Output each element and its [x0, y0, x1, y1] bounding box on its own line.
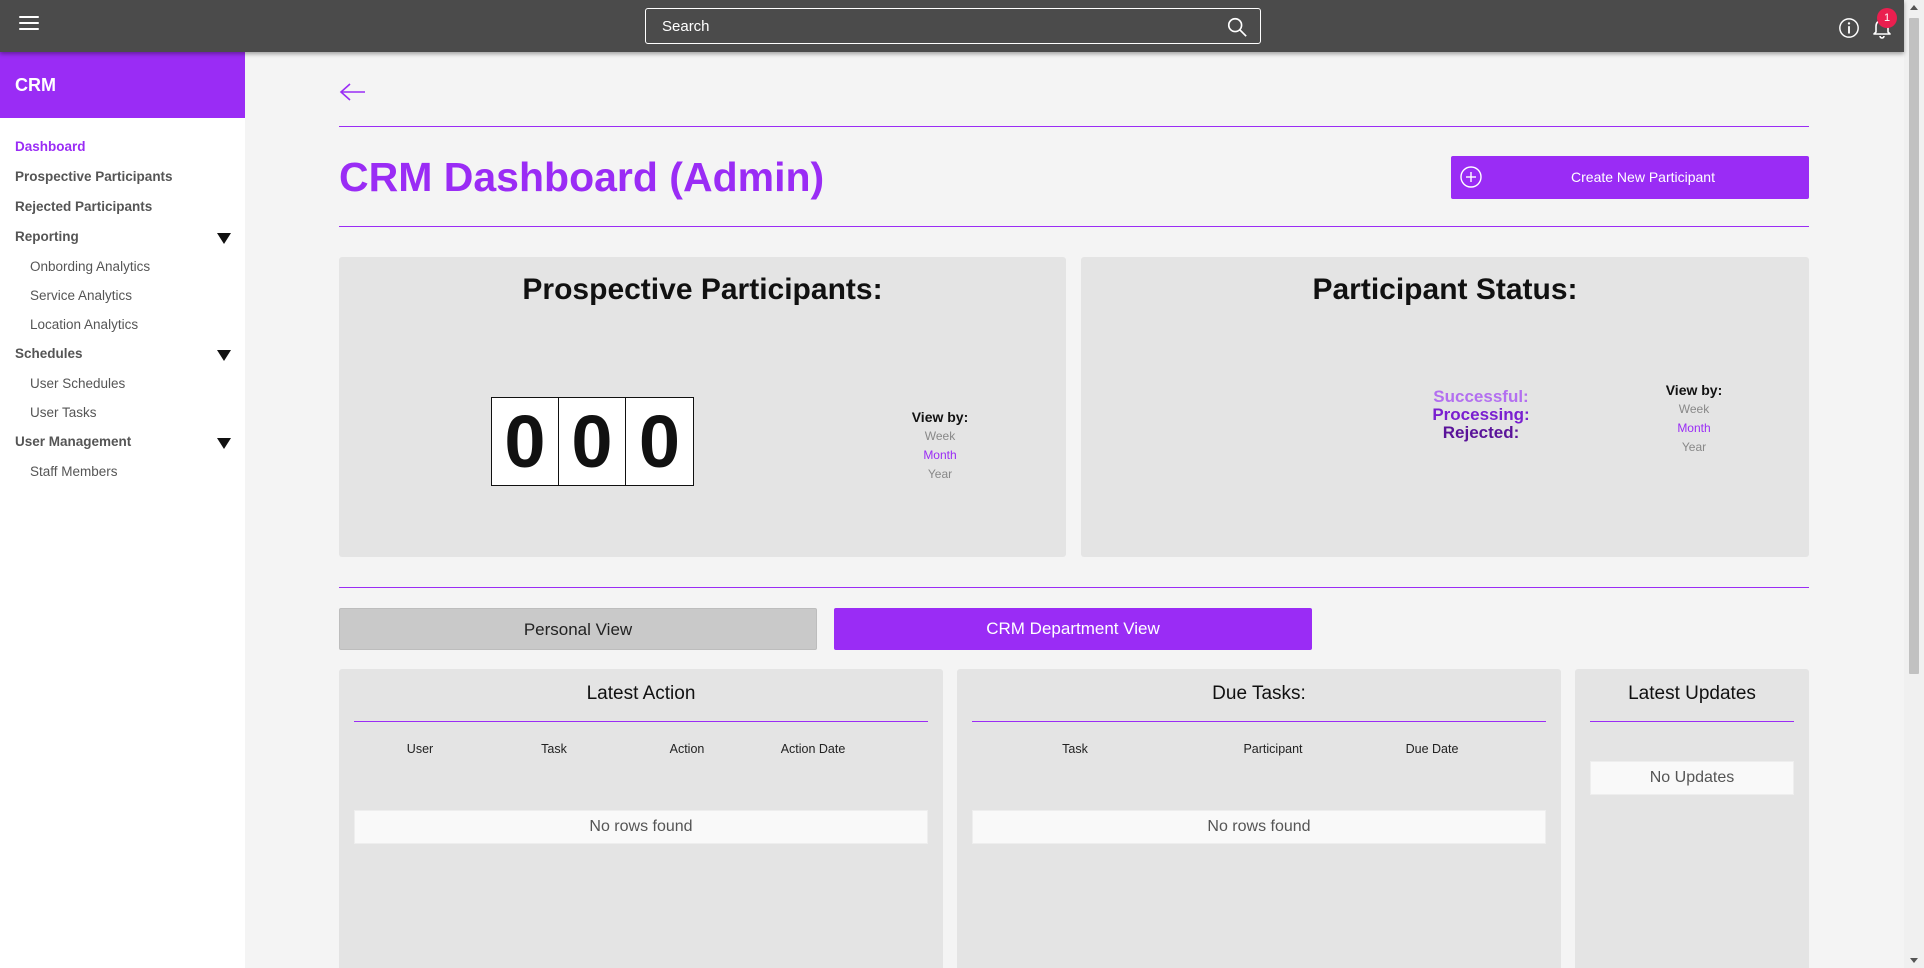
sidebar-item-user-management[interactable]: User Management	[0, 427, 245, 457]
sidebar-item-location-analytics[interactable]: Location Analytics	[0, 310, 245, 339]
prospective-participants-card: Prospective Participants: 0 0 0 View by:…	[339, 257, 1066, 557]
sidebar-item-dashboard[interactable]: Dashboard	[0, 132, 245, 162]
view-by-month[interactable]: Month	[880, 446, 1000, 465]
divider	[1590, 721, 1794, 722]
personal-view-button[interactable]: Personal View	[339, 608, 817, 650]
divider	[339, 126, 1809, 127]
view-by-year[interactable]: Year	[880, 465, 1000, 484]
sidebar-nav: Dashboard Prospective Participants Rejec…	[0, 118, 245, 486]
top-bar: 1	[0, 0, 1904, 52]
sidebar-item-label: User Management	[15, 434, 132, 449]
view-by-label: View by:	[911, 409, 969, 425]
view-by-year[interactable]: Year	[1634, 438, 1754, 457]
page-title: CRM Dashboard (Admin)	[339, 154, 825, 200]
caret-down-icon[interactable]	[217, 350, 231, 361]
scroll-up-arrow-icon[interactable]	[1910, 5, 1918, 10]
panel-title: Latest Updates	[1628, 683, 1756, 704]
participant-counter: 0 0 0	[491, 397, 694, 486]
status-rejected: Rejected:	[1442, 423, 1520, 442]
sidebar-item-onbording-analytics[interactable]: Onbording Analytics	[0, 252, 245, 281]
scrollbar-thumb[interactable]	[1909, 18, 1919, 674]
card-title: Prospective Participants:	[522, 273, 883, 306]
column-header-user[interactable]: User	[407, 742, 433, 756]
counter-digit: 0	[626, 398, 693, 485]
search-input[interactable]	[646, 9, 1206, 43]
due-tasks-panel: Due Tasks: Task Participant Due Date No …	[957, 669, 1561, 968]
divider	[972, 721, 1546, 722]
column-header-action[interactable]: Action	[670, 742, 705, 756]
empty-updates: No Updates	[1590, 761, 1794, 795]
search-icon[interactable]	[1226, 16, 1248, 38]
notification-badge: 1	[1877, 8, 1897, 28]
info-icon[interactable]	[1838, 17, 1860, 39]
view-by-week[interactable]: Week	[1634, 400, 1754, 419]
divider	[339, 587, 1809, 588]
create-participant-button[interactable]: Create New Participant	[1451, 156, 1809, 199]
crm-department-view-button[interactable]: CRM Department View	[834, 608, 1312, 650]
sidebar-item-prospective-participants[interactable]: Prospective Participants	[0, 162, 245, 192]
empty-table-row: No rows found	[972, 810, 1546, 844]
column-header-task[interactable]: Task	[1062, 742, 1088, 756]
latest-action-panel: Latest Action User Task Action Action Da…	[339, 669, 943, 968]
status-processing: Processing:	[1432, 405, 1530, 424]
status-successful: Successful:	[1433, 387, 1529, 406]
back-arrow-icon[interactable]	[339, 82, 367, 102]
view-by-selector: View by: Week Month Year	[1634, 381, 1754, 457]
column-header-task[interactable]: Task	[541, 742, 567, 756]
sidebar-item-schedules[interactable]: Schedules	[0, 339, 245, 369]
counter-digit: 0	[492, 398, 559, 485]
card-title: Participant Status:	[1312, 273, 1578, 306]
column-header-action-date[interactable]: Action Date	[781, 742, 846, 756]
panel-title: Due Tasks:	[1212, 683, 1306, 704]
vertical-scrollbar[interactable]	[1904, 0, 1924, 968]
caret-down-icon[interactable]	[217, 233, 231, 244]
create-participant-label: Create New Participant	[1571, 169, 1715, 185]
sidebar: CRM Dashboard Prospective Participants R…	[0, 52, 245, 968]
divider	[339, 226, 1809, 227]
caret-down-icon[interactable]	[217, 438, 231, 449]
view-by-month[interactable]: Month	[1634, 419, 1754, 438]
sidebar-item-service-analytics[interactable]: Service Analytics	[0, 281, 245, 310]
view-by-label: View by:	[1665, 382, 1723, 398]
column-header-due-date[interactable]: Due Date	[1406, 742, 1459, 756]
sidebar-item-user-tasks[interactable]: User Tasks	[0, 398, 245, 427]
column-header-participant[interactable]: Participant	[1243, 742, 1302, 756]
hamburger-icon[interactable]	[19, 16, 39, 32]
empty-table-row: No rows found	[354, 810, 928, 844]
panel-title: Latest Action	[586, 683, 696, 704]
sidebar-title: CRM	[0, 52, 245, 118]
sidebar-item-user-schedules[interactable]: User Schedules	[0, 369, 245, 398]
scroll-down-arrow-icon[interactable]	[1910, 958, 1918, 963]
view-by-selector: View by: Week Month Year	[880, 408, 1000, 484]
latest-updates-panel: Latest Updates No Updates	[1575, 669, 1809, 968]
divider	[354, 721, 928, 722]
sidebar-item-reporting[interactable]: Reporting	[0, 222, 245, 252]
sidebar-item-rejected-participants[interactable]: Rejected Participants	[0, 192, 245, 222]
view-by-week[interactable]: Week	[880, 427, 1000, 446]
participant-status-card: Participant Status: Successful: Processi…	[1081, 257, 1809, 557]
counter-digit: 0	[559, 398, 626, 485]
sidebar-item-label: Schedules	[15, 346, 83, 361]
status-list: Successful: Processing: Rejected:	[1421, 388, 1541, 442]
search-box[interactable]	[645, 8, 1261, 44]
sidebar-item-label: Reporting	[15, 229, 79, 244]
sidebar-item-staff-members[interactable]: Staff Members	[0, 457, 245, 486]
